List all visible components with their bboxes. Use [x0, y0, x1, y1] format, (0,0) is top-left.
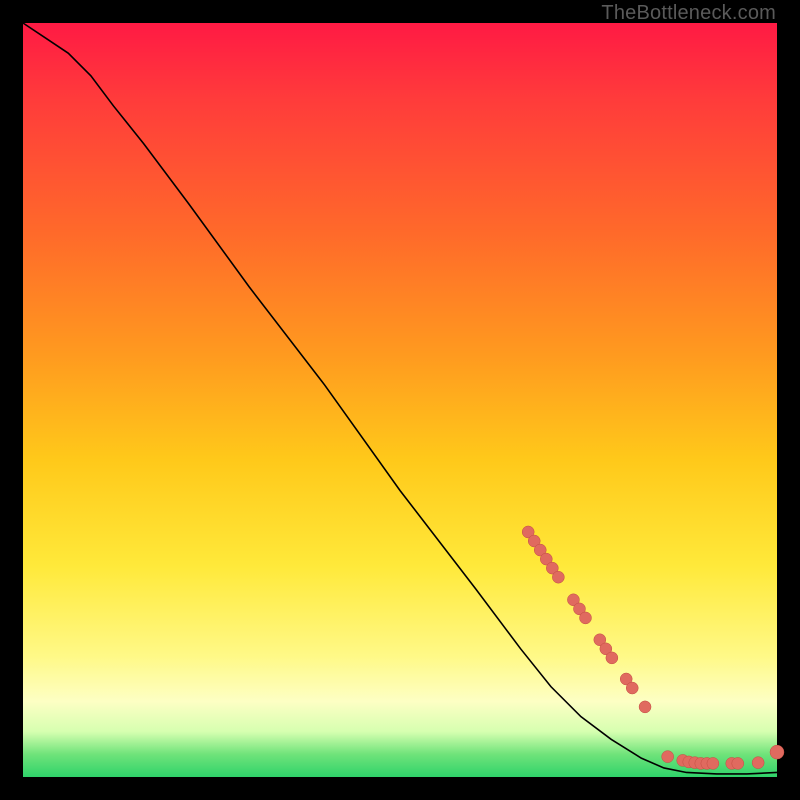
- data-point: [752, 757, 764, 769]
- marker-group-descending: [522, 526, 651, 713]
- data-point: [639, 701, 651, 713]
- chart-frame: TheBottleneck.com: [0, 0, 800, 800]
- data-point: [732, 757, 744, 769]
- plot-area: [23, 23, 777, 777]
- main-curve: [23, 23, 777, 774]
- marker-group-flat: [662, 751, 764, 770]
- data-point: [770, 745, 784, 759]
- data-point: [579, 612, 591, 624]
- marker-group-outlier: [770, 745, 784, 759]
- data-point: [606, 652, 618, 664]
- data-point: [707, 757, 719, 769]
- chart-svg: [23, 23, 777, 777]
- data-point: [626, 682, 638, 694]
- data-point: [552, 571, 564, 583]
- data-point: [662, 751, 674, 763]
- watermark-text: TheBottleneck.com: [601, 2, 776, 25]
